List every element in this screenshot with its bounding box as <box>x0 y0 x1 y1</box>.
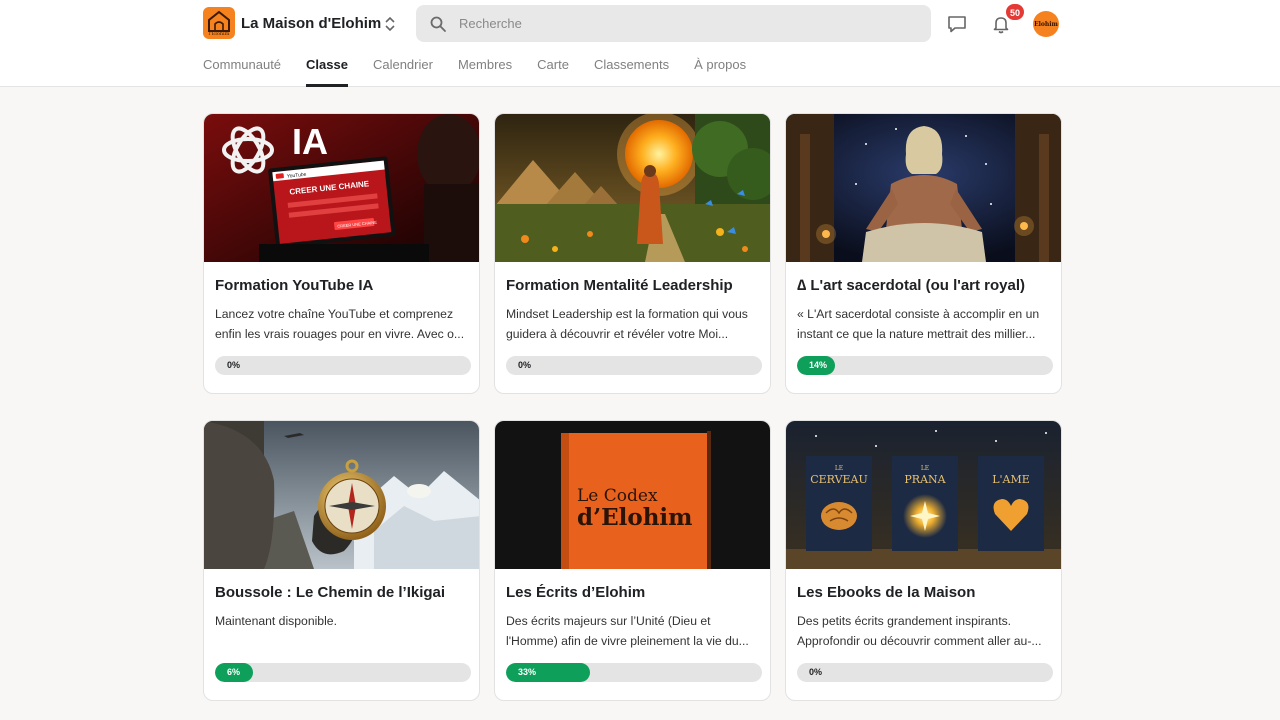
course-card[interactable]: ∆ L'art sacerdotal (ou l'art royal) « L'… <box>785 113 1062 394</box>
course-progress-label: 0% <box>518 360 532 370</box>
cover-book-line1: Le Codex <box>577 486 658 506</box>
course-title[interactable]: ∆ L'art sacerdotal (ou l'art royal) <box>797 277 1052 294</box>
course-progress-bar: 0% <box>506 356 762 375</box>
course-description: Mindset Leadership est la formation qui … <box>506 307 748 341</box>
course-card[interactable]: Boussole : Le Chemin de l’Ikigai Mainten… <box>203 420 480 701</box>
search-icon <box>430 16 446 32</box>
course-progress-label: 33% <box>518 667 537 677</box>
course-progress-bar: 0% <box>797 663 1053 682</box>
cover-book-line2: d’Elohim <box>577 504 693 531</box>
course-card[interactable]: LE CERVEAU LE PRANA L'AME Les Ebooks de … <box>785 420 1062 701</box>
course-title[interactable]: Boussole : Le Chemin de l’Ikigai <box>215 584 470 601</box>
course-cover-ebooks: LE CERVEAU LE PRANA L'AME <box>786 421 1061 569</box>
tab-carte[interactable]: Carte <box>537 55 569 87</box>
course-progress-bar: 6% <box>215 663 471 682</box>
brain-icon <box>821 502 857 530</box>
tab-a-propos[interactable]: À propos <box>694 55 746 87</box>
course-title[interactable]: Formation Mentalité Leadership <box>506 277 761 294</box>
ebook-small-title: LE <box>921 465 929 472</box>
course-progress-bar: 33% <box>506 663 762 682</box>
course-description: Lancez votre chaîne YouTube et comprenez… <box>215 307 465 341</box>
course-cover-art-sacerdotal <box>786 114 1061 262</box>
tab-communaute[interactable]: Communauté <box>203 55 281 87</box>
ebook-title: L'AME <box>992 473 1030 486</box>
ebook-title: CERVEAU <box>810 473 868 486</box>
tab-membres[interactable]: Membres <box>458 55 512 87</box>
course-card[interactable]: Formation Mentalité Leadership Mindset L… <box>494 113 771 394</box>
course-cover-boussole <box>204 421 479 569</box>
user-avatar[interactable]: Elohim <box>1033 11 1059 37</box>
course-progress-label: 6% <box>227 667 241 677</box>
notification-count-badge[interactable]: 50 <box>1005 3 1025 21</box>
course-description: Des écrits majeurs sur l’Unité (Dieu et … <box>506 614 749 648</box>
course-cover-youtube-ia: IA YouTube CREER UNE CHAINE CREER UNE CH… <box>204 114 479 262</box>
logo-text: l'Elohim <box>208 31 230 37</box>
course-title[interactable]: Formation YouTube IA <box>215 277 470 294</box>
course-description: Maintenant disponible. <box>215 614 337 628</box>
course-description: Des petits écrits grandement inspirants.… <box>797 614 1042 648</box>
tab-classements[interactable]: Classements <box>594 55 669 87</box>
course-cover-ecrits: Le Codex d’Elohim <box>495 421 770 569</box>
community-nav: Communauté Classe Calendrier Membres Car… <box>203 55 771 87</box>
top-bar: l'Elohim La Maison d'Elohim 50 Elohim Co… <box>0 0 1280 87</box>
course-progress-label: 0% <box>809 667 823 677</box>
tab-classe[interactable]: Classe <box>306 55 348 87</box>
course-progress-label: 14% <box>809 360 828 370</box>
course-description: « L'Art sacerdotal consiste à accomplir … <box>797 307 1040 341</box>
course-progress-bar: 14% <box>797 356 1053 375</box>
search-input[interactable] <box>459 16 899 31</box>
ebook-small-title: LE <box>835 465 843 472</box>
cover-headline: IA <box>292 121 328 162</box>
course-progress-label: 0% <box>227 360 241 370</box>
course-title[interactable]: Les Ebooks de la Maison <box>797 584 1052 601</box>
community-logo[interactable]: l'Elohim <box>203 7 235 39</box>
course-card[interactable]: Le Codex d’Elohim Les Écrits d’Elohim De… <box>494 420 771 701</box>
course-progress-bar: 0% <box>215 356 471 375</box>
community-name[interactable]: La Maison d'Elohim <box>241 15 381 32</box>
chat-icon[interactable] <box>946 13 968 35</box>
course-cover-leadership <box>495 114 770 262</box>
tab-calendrier[interactable]: Calendrier <box>373 55 433 87</box>
search-bar[interactable] <box>416 5 931 42</box>
course-card[interactable]: IA YouTube CREER UNE CHAINE CREER UNE CH… <box>203 113 480 394</box>
course-title[interactable]: Les Écrits d’Elohim <box>506 584 761 601</box>
community-brand[interactable]: l'Elohim La Maison d'Elohim <box>203 7 381 39</box>
chevron-up-down-icon[interactable] <box>382 14 398 34</box>
ebook-title: PRANA <box>904 473 946 486</box>
